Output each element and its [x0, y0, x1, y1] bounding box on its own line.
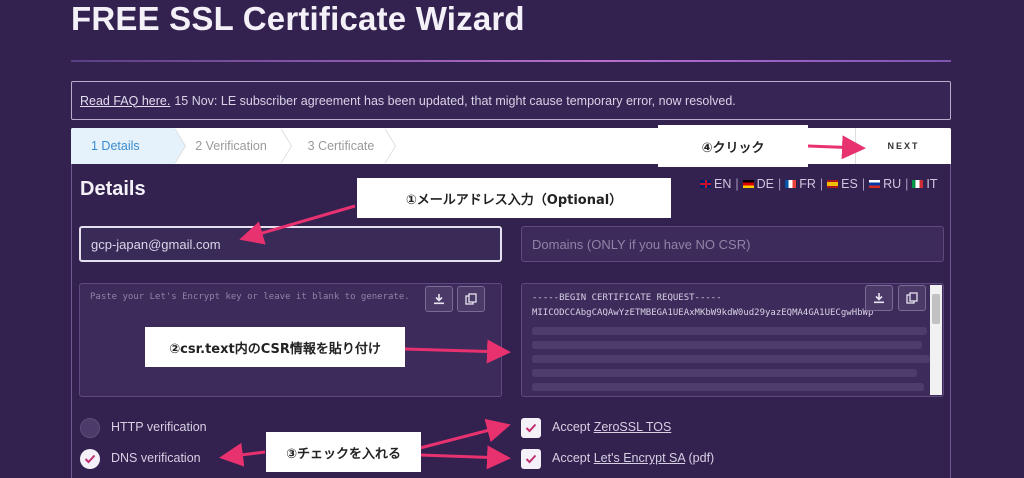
lang-it[interactable]: IT	[912, 177, 938, 191]
csr-scroll-thumb[interactable]	[932, 294, 940, 324]
callout-check: ③チェックを入れる	[266, 432, 421, 472]
csr-blurred-line	[532, 355, 930, 363]
step-chevron-fill	[384, 128, 395, 164]
checkmark-icon	[84, 454, 96, 464]
le-sa-link[interactable]: Let's Encrypt SA	[594, 451, 685, 465]
accept-prefix: Accept	[552, 420, 591, 434]
csr-blurred-line	[532, 383, 924, 391]
lang-en[interactable]: EN	[700, 177, 731, 191]
lang-it-label: IT	[926, 177, 938, 191]
russia-flag-icon	[869, 180, 881, 188]
download-icon	[874, 293, 884, 304]
notice-text: 15 Nov: LE subscriber agreement has been…	[174, 93, 736, 108]
copy-key-button[interactable]	[457, 286, 485, 312]
zerossl-tos-link[interactable]: ZeroSSL TOS	[594, 420, 672, 434]
lang-de-label: DE	[756, 177, 774, 191]
uk-flag-icon	[700, 180, 711, 188]
accept-prefix: Accept	[552, 451, 591, 465]
title-divider	[71, 60, 951, 62]
checkmark-icon	[525, 454, 537, 464]
accept-zerossl-label: Accept ZeroSSL TOS	[552, 420, 671, 434]
csr-blurred-line	[532, 327, 927, 335]
download-key-button[interactable]	[425, 286, 453, 312]
step-chevron-fill	[280, 128, 291, 164]
le-suffix: (pdf)	[688, 451, 715, 465]
step-certificate[interactable]: 3 Certificate	[291, 128, 391, 164]
details-heading: Details	[80, 178, 146, 200]
step-details[interactable]: 1 Details	[71, 128, 174, 164]
lang-es[interactable]: ES	[827, 177, 858, 191]
page-title: FREE SSL Certificate Wizard	[71, 0, 525, 37]
step-chevron-fill	[174, 128, 185, 164]
http-verification-radio[interactable]	[80, 418, 100, 438]
faq-link[interactable]: Read FAQ here.	[80, 94, 170, 108]
lang-es-label: ES	[841, 177, 858, 191]
wizard-steps: 1 Details 2 Verification 3 Certificate N…	[71, 128, 951, 164]
notice-bar: Read FAQ here. 15 Nov: LE subscriber agr…	[71, 81, 951, 120]
next-button[interactable]: NEXT	[855, 128, 951, 164]
domains-input[interactable]: Domains (ONLY if you have NO CSR)	[521, 226, 944, 262]
email-input[interactable]: gcp-japan@gmail.com	[79, 226, 502, 262]
step-certificate-label: 3 Certificate	[307, 139, 375, 153]
callout-email: ①メールアドレス入力（Optional）	[357, 178, 671, 218]
copy-icon	[906, 292, 918, 304]
http-verification-label: HTTP verification	[111, 420, 207, 434]
lang-en-label: EN	[714, 177, 732, 191]
france-flag-icon	[785, 180, 797, 188]
copy-csr-button[interactable]	[898, 285, 926, 311]
germany-flag-icon	[742, 180, 754, 188]
lang-ru[interactable]: RU	[869, 177, 901, 191]
csr-blurred-line	[532, 341, 922, 349]
callout-csr: ②csr.text内のCSR情報を貼り付け	[145, 327, 405, 367]
callout-click: ④クリック	[658, 125, 808, 167]
step-details-label: 1 Details	[91, 139, 140, 153]
checkmark-icon	[525, 423, 537, 433]
step-verification-label: 2 Verification	[195, 139, 267, 153]
copy-icon	[465, 293, 477, 305]
download-icon	[434, 294, 444, 305]
csr-blurred-line	[532, 369, 917, 377]
download-csr-button[interactable]	[865, 285, 893, 311]
lang-de[interactable]: DE	[742, 177, 774, 191]
accept-le-label: Accept Let's Encrypt SA (pdf)	[552, 451, 714, 465]
lang-ru-label: RU	[883, 177, 902, 191]
dns-verification-radio[interactable]	[80, 449, 100, 469]
accept-zerossl-checkbox[interactable]	[521, 418, 541, 438]
step-verification[interactable]: 2 Verification	[181, 128, 281, 164]
dns-verification-label: DNS verification	[111, 451, 201, 465]
spain-flag-icon	[827, 180, 839, 188]
italy-flag-icon	[912, 180, 924, 188]
language-selector: EN | DE | FR | ES | RU | IT	[700, 177, 938, 191]
lang-fr-label: FR	[799, 177, 816, 191]
accept-le-checkbox[interactable]	[521, 449, 541, 469]
lang-fr[interactable]: FR	[785, 177, 816, 191]
